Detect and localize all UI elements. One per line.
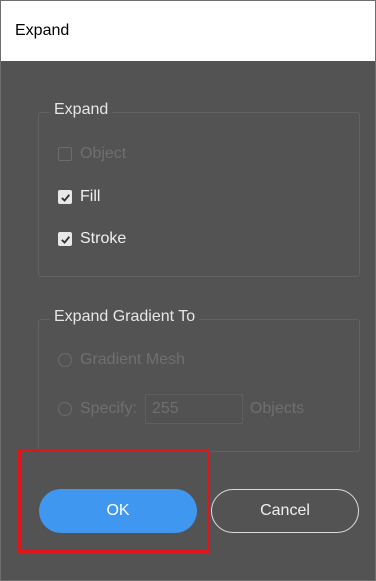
checkmark-icon xyxy=(60,193,70,202)
expand-group-label: Expand xyxy=(50,101,113,119)
stroke-checkbox-row[interactable]: Stroke xyxy=(58,230,126,248)
object-checkbox[interactable] xyxy=(58,147,72,161)
expand-dialog: Expand Expand Object Fill Stroke Expand … xyxy=(0,0,376,581)
gradient-mesh-radio[interactable] xyxy=(58,353,72,367)
checkmark-icon xyxy=(60,235,70,244)
specify-radio-row[interactable]: Specify: 255 Objects xyxy=(58,394,304,424)
gradient-group-label: Expand Gradient To xyxy=(50,308,200,326)
fill-checkbox-row[interactable]: Fill xyxy=(58,188,100,206)
object-checkbox-row[interactable]: Object xyxy=(58,145,126,163)
fill-checkbox[interactable] xyxy=(58,190,72,204)
title-bar: Expand xyxy=(1,1,375,61)
fill-label: Fill xyxy=(80,188,101,205)
gradient-mesh-radio-row[interactable]: Gradient Mesh xyxy=(58,351,185,369)
specify-objects-input[interactable]: 255 xyxy=(144,394,243,424)
specify-label: Specify: xyxy=(80,400,137,417)
gradient-group xyxy=(38,319,360,452)
specify-radio[interactable] xyxy=(58,402,72,416)
stroke-label: Stroke xyxy=(80,230,127,247)
gradient-mesh-label: Gradient Mesh xyxy=(80,351,185,368)
objects-unit-label: Objects xyxy=(249,400,305,417)
dialog-title: Expand xyxy=(15,22,70,39)
ok-button[interactable]: OK xyxy=(39,489,197,533)
stroke-checkbox[interactable] xyxy=(58,232,72,246)
object-label: Object xyxy=(80,145,127,162)
cancel-button[interactable]: Cancel xyxy=(211,489,359,533)
